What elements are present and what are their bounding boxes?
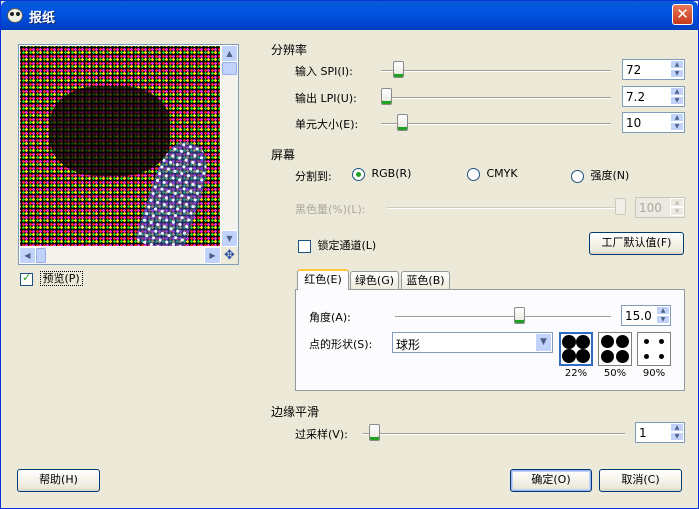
input-spi-value[interactable]: 72: [626, 63, 641, 77]
scroll-left-button[interactable]: ◀: [19, 247, 36, 264]
cell-size-label: 单元大小(E):: [295, 118, 359, 131]
spot-shape-label: 点的形状(S):: [309, 338, 373, 351]
cell-size-spinbox[interactable]: 10 ▲ ▼: [622, 112, 685, 133]
radio-rgb-label: RGB(R): [371, 167, 412, 180]
help-button[interactable]: 帮助(H): [17, 469, 100, 492]
close-icon: ✕: [676, 5, 689, 23]
lock-channels-label: 锁定通道(L): [317, 239, 377, 252]
radio-intensity-label: 强度(N): [590, 169, 630, 182]
radio-rgb-button[interactable]: [352, 167, 365, 181]
input-spi-slider-track[interactable]: [381, 70, 611, 72]
lock-channels-checkbox[interactable]: [298, 239, 311, 253]
scroll-up-button[interactable]: ▲: [221, 45, 238, 62]
input-spi-slider-handle[interactable]: [393, 61, 404, 78]
angle-spinbox[interactable]: 15.0 ▲ ▼: [621, 305, 671, 326]
spin-down-button[interactable]: ▼: [656, 315, 670, 324]
input-spi-spinbox[interactable]: 72 ▲ ▼: [622, 59, 685, 80]
oversample-label: 过采样(V):: [295, 428, 348, 441]
title-bar: 报纸 ✕: [1, 1, 698, 30]
preview-toggle[interactable]: 预览(P): [20, 270, 83, 286]
black-pullout-label: 黑色量(%)(L):: [295, 203, 366, 216]
chevron-down-icon[interactable]: ▼: [535, 333, 552, 352]
antialiasing-heading: 边缘平滑: [271, 405, 320, 419]
lock-channels-toggle[interactable]: 锁定通道(L): [298, 237, 376, 253]
spin-up-button: ▲: [670, 198, 684, 207]
preview-horizontal-scrollbar[interactable]: ◀ ▶: [19, 247, 238, 264]
tab-red[interactable]: 红色(E): [297, 269, 349, 290]
angle-value[interactable]: 15.0: [625, 309, 652, 323]
shape-preview-90[interactable]: [637, 332, 671, 366]
gimp-icon: [7, 8, 23, 23]
spin-up-button[interactable]: ▲: [670, 113, 684, 122]
angle-slider-handle[interactable]: [514, 307, 525, 324]
spin-down-button: ▼: [670, 207, 684, 216]
cell-size-slider-track[interactable]: [381, 123, 611, 125]
horizontal-scroll-thumb[interactable]: [36, 248, 46, 263]
spin-up-button[interactable]: ▲: [656, 306, 670, 315]
spin-up-button[interactable]: ▲: [670, 60, 684, 69]
radio-cmyk-button[interactable]: [467, 167, 480, 181]
preview-area: ▲ ▼ ◀ ▶ ✥: [18, 44, 239, 265]
radio-rgb[interactable]: RGB(R): [352, 167, 411, 181]
shape-label-22: 22%: [564, 368, 588, 379]
preview-label: 预览(P): [39, 271, 83, 286]
ok-button[interactable]: 确定(O): [510, 469, 592, 492]
resolution-heading: 分辨率: [271, 43, 308, 57]
preview-checkbox[interactable]: [20, 271, 33, 286]
output-lpi-spinbox[interactable]: 7.2 ▲ ▼: [622, 86, 685, 107]
cancel-button[interactable]: 取消(C): [599, 469, 682, 492]
vertical-scroll-thumb[interactable]: [222, 62, 237, 75]
angle-label: 角度(A):: [309, 311, 351, 324]
spin-down-button[interactable]: ▼: [670, 122, 684, 131]
black-pullout-spinbox: 100 ▲ ▼: [635, 197, 685, 218]
black-pullout-slider-handle: [615, 198, 626, 215]
shape-preview-50[interactable]: [598, 332, 632, 366]
scroll-down-button[interactable]: ▼: [221, 230, 238, 247]
oversample-slider-track[interactable]: [363, 433, 625, 435]
angle-slider-track[interactable]: [395, 316, 611, 318]
navigate-icon[interactable]: ✥: [221, 247, 238, 264]
output-lpi-label: 输出 LPI(U):: [295, 92, 357, 105]
shape-preview-22[interactable]: [559, 332, 593, 366]
close-button[interactable]: ✕: [672, 4, 693, 25]
factory-defaults-button[interactable]: 工厂默认值(F): [589, 232, 684, 255]
separate-to-label: 分割到:: [295, 170, 332, 183]
spin-up-button[interactable]: ▲: [670, 87, 684, 96]
spot-shape-select[interactable]: 球形 ▼: [392, 332, 553, 353]
oversample-slider-handle[interactable]: [369, 424, 380, 441]
oversample-value[interactable]: 1: [639, 426, 647, 440]
window-title: 报纸: [29, 11, 56, 26]
output-lpi-slider-handle[interactable]: [381, 88, 392, 105]
newsprint-dialog: 报纸 ✕ ▲ ▼ ◀ ▶ ✥ 预览(P) 分辨率 输入 SPI(I): 72 ▲…: [0, 0, 699, 509]
scroll-right-button[interactable]: ▶: [204, 247, 221, 264]
black-pullout-slider-track: [387, 207, 623, 209]
shape-label-90: 90%: [642, 368, 666, 379]
tab-blue[interactable]: 蓝色(B): [401, 271, 450, 291]
cell-size-value[interactable]: 10: [626, 116, 641, 130]
cell-size-slider-handle[interactable]: [397, 114, 408, 131]
output-lpi-slider-track[interactable]: [381, 97, 611, 99]
radio-intensity-button[interactable]: [571, 169, 584, 183]
screen-heading: 屏幕: [271, 148, 296, 162]
spin-up-button[interactable]: ▲: [670, 423, 684, 432]
preview-vertical-scrollbar[interactable]: ▲ ▼: [221, 45, 238, 264]
tab-green[interactable]: 绿色(G): [350, 271, 399, 291]
radio-cmyk[interactable]: CMYK: [467, 167, 518, 181]
spin-down-button[interactable]: ▼: [670, 69, 684, 78]
spot-shape-value: 球形: [396, 338, 421, 352]
oversample-spinbox[interactable]: 1 ▲ ▼: [635, 422, 685, 443]
radio-cmyk-label: CMYK: [486, 167, 518, 180]
input-spi-label: 输入 SPI(I):: [295, 65, 353, 78]
preview-image: [20, 46, 220, 246]
preview-shadow: [50, 86, 170, 176]
shape-label-50: 50%: [603, 368, 627, 379]
spin-down-button[interactable]: ▼: [670, 432, 684, 441]
spin-down-button[interactable]: ▼: [670, 96, 684, 105]
black-pullout-value: 100: [639, 201, 662, 215]
output-lpi-value[interactable]: 7.2: [626, 90, 645, 104]
radio-intensity[interactable]: 强度(N): [571, 167, 629, 183]
